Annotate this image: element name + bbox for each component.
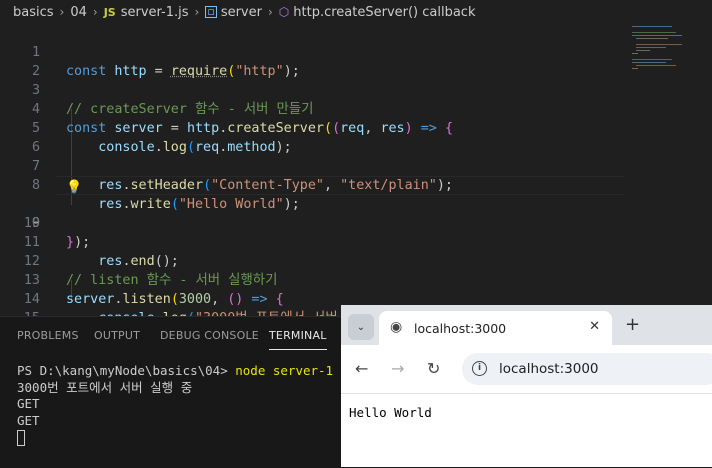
current-line-highlight xyxy=(55,176,625,195)
chevron-right-icon: › xyxy=(92,5,98,19)
terminal-output[interactable]: PS D:\kang\myNode\basics\04> node server… xyxy=(17,363,333,446)
new-tab-plus-icon[interactable]: + xyxy=(625,314,640,335)
browser-toolbar: ← → ↻ i localhost:3000 xyxy=(341,345,712,394)
js-file-icon: JS xyxy=(103,5,116,19)
code-line: 11 xyxy=(23,235,40,250)
browser-tab-title: localhost:3000 xyxy=(414,321,507,336)
tab-search-dropdown-icon[interactable]: ⌄ xyxy=(348,314,374,340)
page-content-text: Hello World xyxy=(349,405,432,420)
terminal-command: node server-1 xyxy=(235,363,334,378)
browser-window: ⌄ ◉ localhost:3000 ✕ + ← → ↻ i localhost… xyxy=(341,305,712,467)
breadcrumb-symbol-server[interactable]: server xyxy=(221,5,262,20)
chevron-right-icon: › xyxy=(194,5,200,19)
terminal-line: 3000번 포트에서 서버 실행 중 xyxy=(17,379,193,395)
code-line: 1 const http = require("http"); xyxy=(31,45,300,79)
browser-tab[interactable]: ◉ localhost:3000 ✕ xyxy=(379,311,612,345)
breadcrumb-folder-04[interactable]: 04 xyxy=(70,5,87,20)
chevron-right-icon: › xyxy=(59,5,65,19)
code-line: 5 console.log(req.method); xyxy=(31,121,292,155)
terminal-prompt: PS D:\kang\myNode\basics\04> xyxy=(17,363,236,378)
address-bar[interactable]: i localhost:3000 xyxy=(462,353,712,385)
code-line: 6 xyxy=(31,140,40,155)
forward-arrow-icon[interactable]: → xyxy=(391,359,404,378)
terminal-cursor xyxy=(17,429,25,446)
code-line: 12 // listen 함수 - 서버 실행하기 xyxy=(23,254,278,288)
address-bar-url: localhost:3000 xyxy=(499,361,599,377)
chevron-right-icon: › xyxy=(267,5,273,19)
code-line: 10 }); xyxy=(23,216,91,250)
code-line: 7 res.setHeader("Content-Type", "text/pl… xyxy=(31,159,453,193)
code-line: 3 // createServer 함수 - 서버 만들기 xyxy=(31,83,314,117)
reload-icon[interactable]: ↻ xyxy=(427,359,440,378)
code-line-active: 9 💡 res.end(); xyxy=(0,176,712,269)
back-arrow-icon[interactable]: ← xyxy=(355,359,368,378)
close-icon[interactable]: ✕ xyxy=(589,319,600,334)
terminal-line: GET xyxy=(17,396,40,411)
tab-terminal[interactable]: TERMINAL xyxy=(269,329,327,350)
code-editor[interactable]: 1 const http = require("http"); 2 3 // c… xyxy=(0,24,712,345)
variable-icon: ▫ xyxy=(205,5,217,18)
tab-debug-console[interactable]: DEBUG CONSOLE xyxy=(160,329,259,342)
breadcrumb-file[interactable]: server-1.js xyxy=(121,5,189,20)
breadcrumb-symbol-callback[interactable]: http.createServer() callback xyxy=(293,5,475,20)
breadcrumb: basics › 04 › JS server-1.js › ▫ server … xyxy=(0,0,712,24)
terminal-line: GET xyxy=(17,412,40,428)
browser-tab-bar: ⌄ ◉ localhost:3000 ✕ + xyxy=(341,305,712,345)
globe-icon: ◉ xyxy=(390,319,403,335)
code-line: 8 res.write("Hello World"); xyxy=(31,178,300,212)
code-line: 13 server.listen(3000, () => { xyxy=(23,273,284,307)
code-line: 14 console.log("3000번 포트에서 서버 실행 중"); xyxy=(23,292,415,326)
tab-output[interactable]: OUTPUT xyxy=(94,329,140,342)
site-info-icon[interactable]: i xyxy=(472,361,487,376)
method-cube-icon: ⬡ xyxy=(278,5,290,19)
code-line: 4 const server = http.createServer((req,… xyxy=(31,102,453,136)
code-line: 2 xyxy=(31,64,40,79)
breadcrumb-folder-basics[interactable]: basics xyxy=(13,5,54,20)
tab-problems[interactable]: PROBLEMS xyxy=(17,329,79,342)
